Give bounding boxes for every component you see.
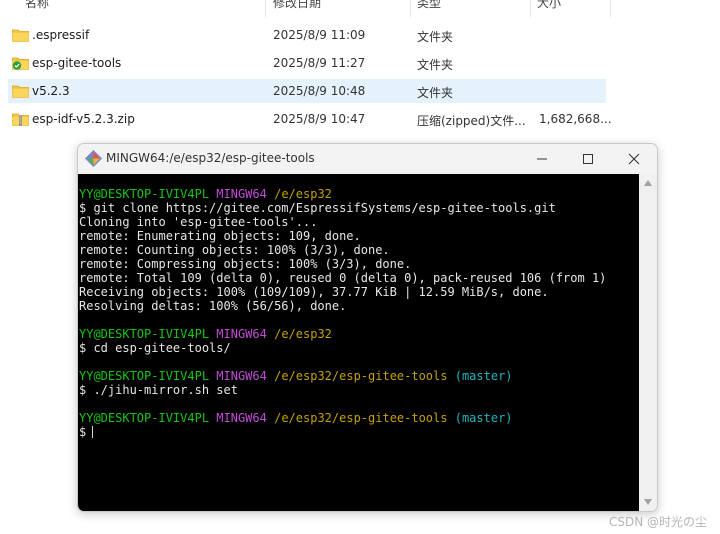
file-size: 1,682,668... bbox=[539, 112, 612, 126]
prompt-user: YY@DESKTOP-IVIV4PL bbox=[79, 369, 210, 383]
column-divider[interactable] bbox=[410, 0, 411, 17]
title-bar[interactable]: MINGW64:/e/esp32/esp-gitee-tools bbox=[78, 144, 657, 174]
file-name: esp-gitee-tools bbox=[32, 56, 122, 70]
git-bash-icon bbox=[85, 150, 102, 167]
command-line: $ cd esp-gitee-tools/ bbox=[79, 341, 231, 355]
watermark: CSDN @时光の尘 bbox=[609, 515, 708, 529]
output-line: remote: Compressing objects: 100% (3/3),… bbox=[79, 257, 412, 271]
file-date: 2025/8/9 10:47 bbox=[273, 112, 366, 126]
prompt-user: YY@DESKTOP-IVIV4PL bbox=[79, 327, 210, 341]
input-line[interactable]: $ bbox=[79, 425, 606, 439]
prompt-host: MINGW64 bbox=[216, 187, 267, 201]
prompt-line: YY@DESKTOP-IVIV4PL MINGW64 /e/esp32/esp-… bbox=[79, 369, 606, 383]
zip-folder-icon bbox=[12, 111, 29, 126]
file-name: esp-idf-v5.2.3.zip bbox=[32, 112, 135, 126]
text-cursor bbox=[92, 426, 94, 438]
prompt-path: /e/esp32 bbox=[274, 187, 332, 201]
file-type: 压缩(zipped)文件... bbox=[417, 114, 526, 128]
prompt-user: YY@DESKTOP-IVIV4PL bbox=[79, 187, 210, 201]
command-line: $ git clone https://gitee.com/EspressifS… bbox=[79, 201, 556, 215]
file-date: 2025/8/9 11:09 bbox=[273, 28, 366, 42]
prompt-host: MINGW64 bbox=[216, 411, 267, 425]
file-row[interactable]: esp-idf-v5.2.3.zip 2025/8/9 10:47 压缩(zip… bbox=[8, 107, 612, 131]
prompt-branch: (master) bbox=[454, 369, 513, 383]
maximize-button[interactable] bbox=[565, 144, 611, 174]
prompt-path: /e/esp32 bbox=[274, 327, 332, 341]
column-divider[interactable] bbox=[610, 0, 611, 17]
output-line: Cloning into 'esp-gitee-tools'... bbox=[79, 215, 318, 229]
close-button[interactable] bbox=[611, 144, 657, 174]
file-type: 文件夹 bbox=[417, 86, 454, 100]
minimize-button[interactable] bbox=[519, 144, 565, 174]
folder-synced-icon bbox=[12, 55, 29, 70]
file-row-selected[interactable]: v5.2.3 2025/8/9 10:48 文件夹 bbox=[8, 79, 606, 103]
file-type: 文件夹 bbox=[417, 30, 454, 44]
terminal-window[interactable]: MINGW64:/e/esp32/esp-gitee-tools YY@DESK… bbox=[77, 143, 658, 512]
file-date: 2025/8/9 10:48 bbox=[273, 84, 366, 98]
column-header-size[interactable]: 大小 bbox=[537, 0, 561, 11]
vertical-scrollbar[interactable] bbox=[639, 174, 657, 511]
column-header-date[interactable]: 修改日期 bbox=[273, 0, 321, 11]
command-line: $ ./jihu-mirror.sh set bbox=[79, 383, 238, 397]
window-title: MINGW64:/e/esp32/esp-gitee-tools bbox=[106, 151, 315, 165]
terminal-output[interactable]: YY@DESKTOP-IVIV4PL MINGW64 /e/esp32 $ gi… bbox=[78, 174, 639, 511]
file-explorer-list: 名称 修改日期 类型 大小 .espressif 2025/8/9 11:09 … bbox=[0, 0, 720, 140]
file-name: v5.2.3 bbox=[32, 84, 70, 98]
file-name: .espressif bbox=[32, 28, 90, 42]
column-divider[interactable] bbox=[265, 0, 266, 17]
folder-icon bbox=[12, 83, 29, 98]
scroll-down-arrow-icon[interactable] bbox=[644, 499, 652, 505]
file-row[interactable]: .espressif 2025/8/9 11:09 文件夹 bbox=[8, 23, 606, 47]
column-header-row: 名称 修改日期 类型 大小 bbox=[0, 0, 612, 17]
prompt-line: YY@DESKTOP-IVIV4PL MINGW64 /e/esp32/esp-… bbox=[79, 411, 606, 425]
column-header-name[interactable]: 名称 bbox=[25, 0, 49, 11]
file-row[interactable]: esp-gitee-tools 2025/8/9 11:27 文件夹 bbox=[8, 51, 606, 75]
prompt-path: /e/esp32/esp-gitee-tools bbox=[274, 369, 448, 383]
output-line: remote: Counting objects: 100% (3/3), do… bbox=[79, 243, 390, 257]
prompt-line: YY@DESKTOP-IVIV4PL MINGW64 /e/esp32 bbox=[79, 187, 606, 201]
folder-icon bbox=[12, 27, 29, 42]
close-icon bbox=[628, 153, 640, 165]
file-type: 文件夹 bbox=[417, 58, 454, 72]
output-line: Resolving deltas: 100% (56/56), done. bbox=[79, 299, 347, 313]
maximize-icon bbox=[583, 154, 593, 164]
file-date: 2025/8/9 11:27 bbox=[273, 56, 366, 70]
prompt-symbol: $ bbox=[79, 425, 87, 439]
prompt-path: /e/esp32/esp-gitee-tools bbox=[274, 411, 448, 425]
prompt-line: YY@DESKTOP-IVIV4PL MINGW64 /e/esp32 bbox=[79, 327, 606, 341]
output-line: remote: Total 109 (delta 0), reused 0 (d… bbox=[79, 271, 607, 285]
prompt-user: YY@DESKTOP-IVIV4PL bbox=[79, 411, 210, 425]
prompt-host: MINGW64 bbox=[216, 327, 267, 341]
minimize-icon bbox=[537, 158, 547, 160]
prompt-host: MINGW64 bbox=[216, 369, 267, 383]
column-header-type[interactable]: 类型 bbox=[417, 0, 441, 11]
prompt-branch: (master) bbox=[454, 411, 513, 425]
column-divider[interactable] bbox=[530, 0, 531, 17]
scroll-up-arrow-icon[interactable] bbox=[644, 180, 652, 186]
output-line: remote: Enumerating objects: 109, done. bbox=[79, 229, 361, 243]
output-line: Receiving objects: 100% (109/109), 37.77… bbox=[79, 285, 549, 299]
